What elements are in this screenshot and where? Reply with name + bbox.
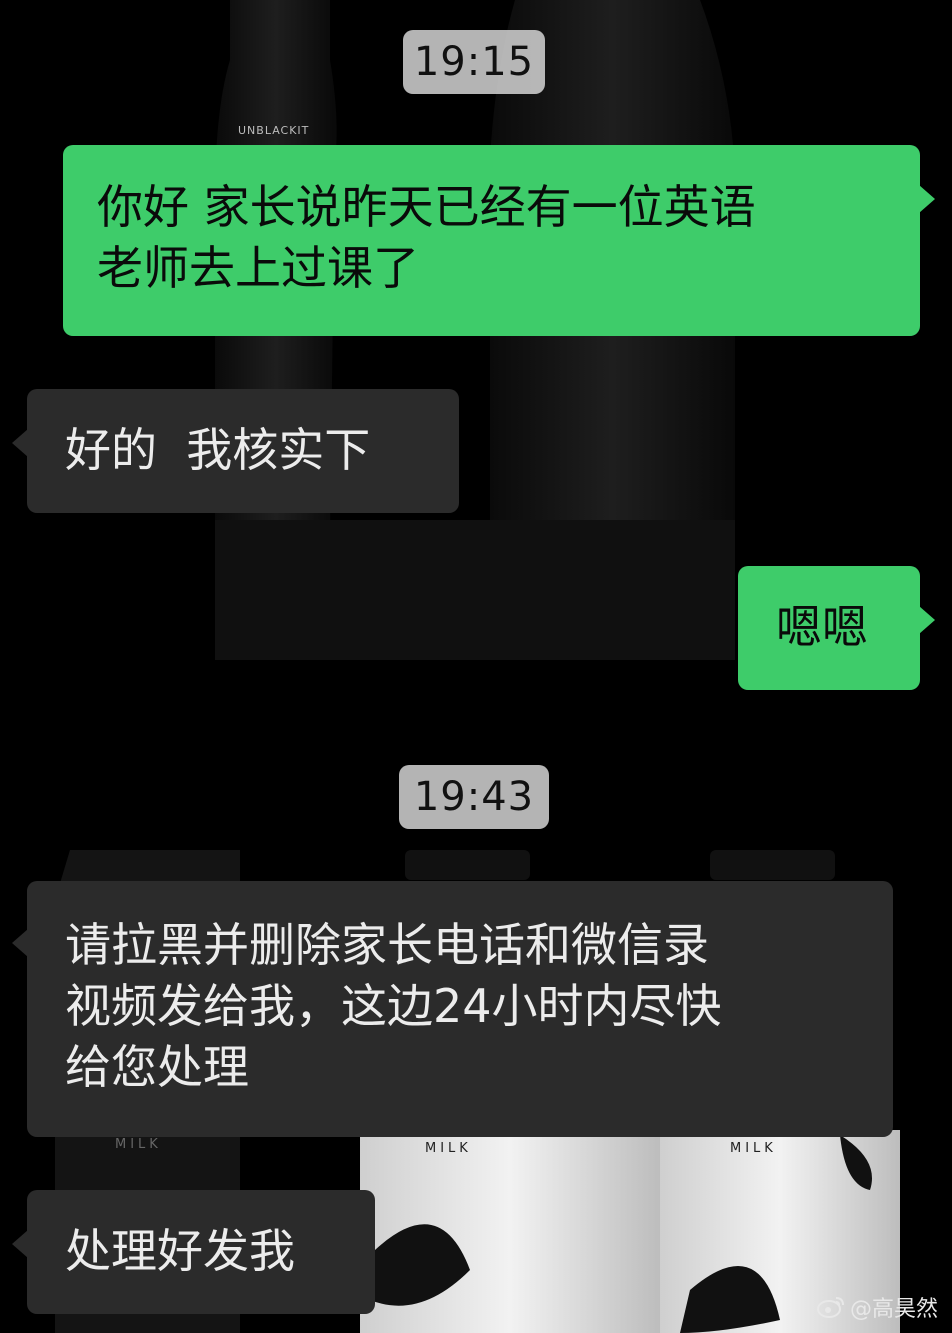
message-bubble-sent[interactable]: 你好 家长说昨天已经有一位英语 老师去上过课了	[63, 145, 935, 336]
message-bubble-received[interactable]: 好的 我核实下	[12, 389, 459, 513]
chat-timestamp: 19:15	[403, 30, 545, 94]
chat-timestamp: 19:43	[399, 765, 549, 829]
bottle-brand-label: UNBLACKIT	[238, 124, 309, 137]
message-bubble-received[interactable]: 请拉黑并删除家长电话和微信录 视频发给我，这边24小时内尽快 给您处理	[12, 881, 893, 1137]
bottle-milk-label: MILK	[425, 1141, 472, 1156]
watermark-text: @高昊然	[849, 1297, 938, 1322]
bottle-milk-label: MILK	[730, 1141, 777, 1156]
weibo-icon	[816, 1297, 844, 1318]
bottle-milk-label: MILK	[115, 1137, 162, 1152]
weibo-watermark: @高昊然	[816, 1291, 938, 1323]
message-bubble-received[interactable]: 处理好发我	[12, 1190, 375, 1314]
message-bubble-sent[interactable]: 嗯嗯	[738, 566, 935, 690]
